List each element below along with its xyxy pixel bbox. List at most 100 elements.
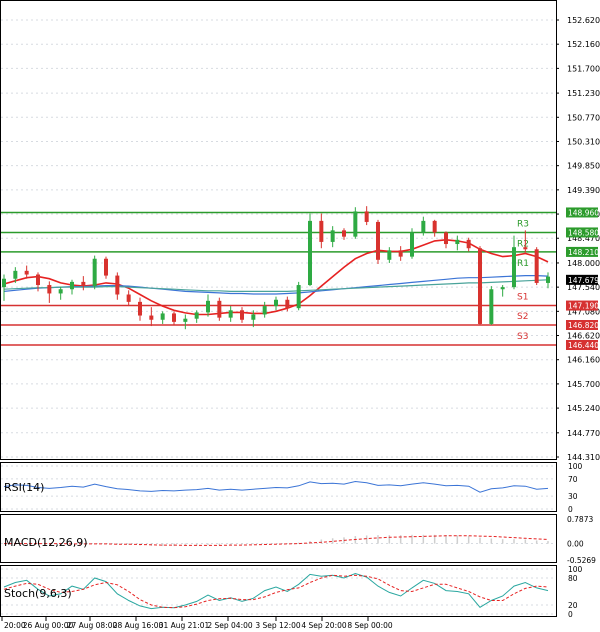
price-panel-frame: [0, 0, 557, 460]
macd-panel: 0.7873 0.00 -0.5269 MACD(12,26,9): [0, 514, 596, 565]
price-axis-label: 150.310: [567, 137, 600, 146]
stoch-axis-label: 100: [568, 565, 583, 574]
time-axis-label: 31 Aug 21:01: [159, 621, 210, 630]
trading-chart: R3R2R1S1S2S3 152.620152.160151.700151.23…: [0, 0, 600, 630]
candle-body: [138, 301, 142, 316]
macd-axis: 0.7873 0.00 -0.5269: [567, 515, 596, 565]
stoch-axis-label: 80: [568, 574, 578, 583]
price-axis-label: 149.390: [567, 186, 600, 195]
stoch-panel: 10080 200 Stoch(9,6,3): [0, 565, 583, 619]
level-tag-label: 148.210: [568, 248, 599, 257]
candle-body: [251, 314, 256, 320]
candle-body: [70, 281, 74, 290]
time-axis-label: 8 Sep 00:00: [347, 621, 393, 630]
candle-body: [194, 312, 199, 319]
candle-body: [410, 232, 414, 257]
price-axis-label: 146.620: [567, 332, 600, 341]
candle-body: [546, 276, 550, 283]
time-axis-label: 28 Aug 16:00: [113, 621, 164, 630]
candle-body: [523, 247, 528, 250]
candle-body: [240, 310, 244, 320]
price-axis-label: 146.160: [567, 356, 600, 365]
rsi-axis-label: 100: [568, 462, 583, 471]
price-axis-label: 144.770: [567, 429, 600, 438]
level-price-tags: 148.960 148.580 148.210 147.190 146.820 146.4…: [566, 207, 599, 350]
macd-axis-label: -0.5269: [567, 556, 596, 565]
candle-body: [58, 289, 63, 294]
price-axis: 152.620 152.160 151.700 151.230 150.770 150.3…: [556, 16, 600, 462]
pivot-label-s1: S1: [517, 293, 528, 303]
price-axis-label: 150.770: [567, 113, 600, 122]
candle-body: [353, 211, 358, 237]
candle-body: [126, 294, 131, 302]
candle-body: [466, 239, 471, 249]
candle-body: [421, 220, 426, 233]
candle-body: [36, 274, 40, 286]
candle-body: [104, 258, 108, 276]
rsi-axis-label: 70: [568, 475, 578, 484]
candle-body: [206, 300, 210, 313]
candle-body: [183, 318, 188, 322]
candle-body: [92, 258, 97, 287]
candle-body: [149, 315, 154, 320]
candle-body: [160, 313, 165, 320]
candle-body: [364, 211, 369, 222]
stoch-axis-label: 0: [568, 610, 573, 619]
candle-body: [47, 285, 52, 294]
price-axis-label: 148.000: [567, 259, 600, 268]
candle-body: [432, 220, 437, 233]
candle-body: [217, 300, 222, 318]
stoch-axis-label: 20: [568, 601, 578, 610]
candle-body: [489, 289, 494, 324]
macd-axis-label: 0.00: [567, 540, 584, 549]
rsi-axis-label: 30: [568, 492, 578, 501]
candle-body: [398, 250, 403, 257]
level-tag-label: 147.190: [568, 302, 599, 311]
candle-body: [534, 249, 539, 283]
time-axis-label: 4 Sep 20:00: [301, 621, 347, 630]
current-price-label: 147.679: [568, 276, 599, 285]
pivot-label-r1: R1: [517, 259, 529, 269]
candle-body: [478, 248, 482, 324]
candle-body: [81, 281, 86, 287]
stoch-title: Stoch(9,6,3): [4, 587, 72, 600]
level-tag-label: 146.820: [568, 321, 599, 330]
price-axis-label: 145.700: [567, 380, 600, 389]
price-axis-label: 144.310: [567, 453, 600, 462]
price-axis-label: 152.160: [567, 40, 600, 49]
time-axis: 20:0026 Aug 00:0027 Aug 08:0028 Aug 16:0…: [1, 617, 393, 630]
candle-body: [319, 220, 324, 242]
price-panel: R3R2R1S1S2S3 152.620152.160151.700151.23…: [0, 0, 600, 462]
pivot-label-r3: R3: [517, 219, 529, 229]
candle-body: [387, 250, 392, 260]
rsi-axis: 100 70 30 0: [568, 462, 583, 514]
candle-body: [115, 275, 120, 295]
candle-body: [308, 220, 312, 286]
price-axis-label: 149.850: [567, 162, 600, 171]
candle-body: [2, 278, 6, 288]
candle-body: [444, 232, 448, 245]
rsi-title: RSI(14): [4, 481, 44, 494]
candle-body: [296, 285, 301, 309]
candle-body: [228, 310, 233, 318]
time-axis-label: 2 Sep 04:00: [207, 621, 253, 630]
rsi-panel: 100 70 30 0 RSI(14): [0, 462, 583, 514]
candle-body: [376, 221, 380, 260]
macd-axis-label: 0.7873: [567, 515, 593, 524]
candle-body: [342, 230, 346, 237]
candle-body: [500, 287, 505, 290]
pivot-label-s2: S2: [517, 312, 528, 322]
candle-body: [330, 230, 335, 242]
macd-title: MACD(12,26,9): [4, 536, 88, 549]
price-axis-label: 152.620: [567, 16, 600, 25]
pivot-label-s3: S3: [517, 332, 528, 342]
stoch-panel-frame: [0, 565, 557, 617]
candle-body: [285, 299, 290, 309]
candle-body: [274, 299, 278, 307]
level-tag-label: 146.440: [568, 341, 599, 350]
stoch-axis: 10080 200: [568, 565, 583, 619]
price-axis-label: 145.240: [567, 404, 600, 413]
candle-body: [262, 306, 267, 315]
price-axis-label: 151.230: [567, 89, 600, 98]
price-axis-label: 151.700: [567, 64, 600, 73]
